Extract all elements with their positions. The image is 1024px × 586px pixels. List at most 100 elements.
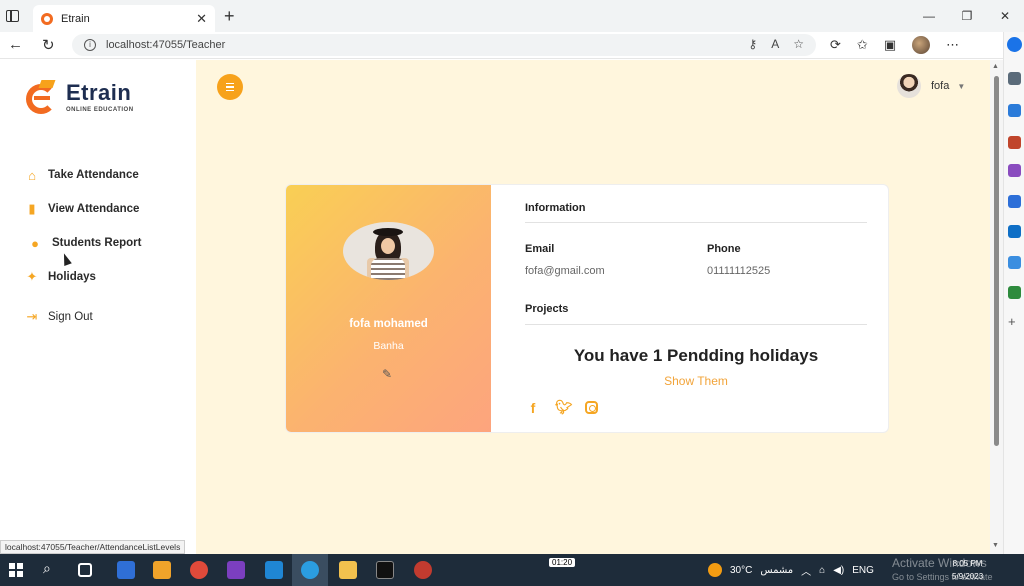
show-them-link[interactable]: Show Them [491,374,888,388]
tools-icon[interactable] [1008,136,1021,149]
taskbar: ⌕ 30°C مشمس ︿ ⌂ ◀) ENG 8:05 PM 5/9/2023 [0,554,1024,586]
info-panel: Information Email fofa@gmail.com Phone 0… [491,185,888,432]
outlook-icon[interactable] [1008,225,1021,238]
chat-bubbles-icon: ● [31,235,39,251]
read-aloud-icon[interactable]: A [771,37,779,51]
favorites-icon[interactable]: ✩ [857,37,868,53]
scroll-up-icon[interactable]: ▲ [992,63,999,70]
address-bar-row: ← ↻ i localhost:47055/Teacher ⚷ A ☆ ⟳ ✩ … [0,32,1024,59]
phone-label: Phone [707,243,741,255]
profile-name: fofa mohamed [349,318,428,330]
tree-icon[interactable] [1008,286,1021,299]
language-indicator[interactable]: ENG [852,565,874,576]
tab-title: Etrain [61,12,90,25]
edge-icon[interactable] [301,561,319,579]
profile-avatar[interactable] [912,36,931,54]
scroll-thumb[interactable] [994,76,999,446]
scroll-down-icon[interactable]: ▼ [992,542,999,549]
chrome-icon[interactable] [190,561,208,579]
facebook-icon[interactable]: f [525,400,541,416]
favorite-star-icon[interactable]: ☆ [793,37,804,51]
sidebar-item-label: Students Report [52,237,142,249]
etrain-logo-icon [26,80,56,114]
app-icon[interactable] [153,561,171,579]
sidebar-item-take-attendance[interactable]: ⌂ Take Attendance [24,158,141,192]
home-icon: ⌂ [28,167,36,183]
sidebar-item-label: Take Attendance [48,169,139,181]
more-menu-icon[interactable]: ⋯ [946,37,959,53]
close-window-icon[interactable]: ✕ [986,0,1024,32]
folder-icon[interactable] [339,561,357,579]
tab-actions-icon[interactable] [6,10,19,22]
search-icon[interactable] [1008,72,1021,85]
user-name: fofa [931,80,950,92]
instagram-icon[interactable] [585,401,598,414]
badge-icon: ▮ [28,201,36,216]
information-title: Information [525,202,586,214]
sidebar-item-view-attendance[interactable]: ▮ View Attendance [24,192,141,226]
search-icon[interactable]: ⌕ [43,560,51,577]
vscode-icon[interactable] [265,561,283,579]
chevron-down-icon: ▼ [957,81,966,91]
visual-studio-icon[interactable] [227,561,245,579]
profile-panel: fofa mohamed Banha ✎ [286,185,491,432]
minimize-icon[interactable]: — [910,0,948,32]
add-icon[interactable]: + [1008,315,1021,330]
send-icon[interactable] [1008,256,1021,269]
sidebar-item-holidays[interactable]: ✦ Holidays [24,260,141,294]
watermark-line: Go to Settings to activate [892,572,993,582]
restore-icon[interactable]: ❐ [948,0,986,32]
logo[interactable]: Etrain ONLINE EDUCATION [26,80,134,114]
twitter-icon[interactable]: 🐦︎ [555,399,573,416]
collections-icon[interactable]: ▣ [884,37,896,53]
weather-text: مشمس [760,564,794,576]
menu-toggle-button[interactable] [217,74,243,100]
task-view-icon[interactable] [78,563,92,577]
office-icon[interactable] [1008,195,1021,208]
key-icon[interactable]: ⚷ [748,37,757,51]
projects-title: Projects [525,303,569,315]
divider [525,222,867,223]
close-tab-icon[interactable]: ✕ [196,11,207,27]
profile-photo [343,222,434,280]
volume-icon[interactable]: ◀) [833,565,844,576]
shopping-icon[interactable] [1008,104,1021,117]
sidebar-item-sign-out[interactable]: ⇥ Sign Out [24,300,141,334]
watermark-line: Activate Windows [892,556,987,570]
terminal-icon[interactable] [376,561,394,579]
app-icon[interactable] [414,561,432,579]
start-icon[interactable] [9,563,23,577]
user-menu[interactable]: fofa ▼ [897,74,965,98]
logo-name: Etrain [66,79,132,105]
bing-icon[interactable] [1007,37,1022,52]
url-text: localhost:47055/Teacher [106,39,226,51]
video-time: 01:20 [549,558,576,567]
sidebar-item-students-report[interactable]: ● Students Report [24,226,141,260]
pending-holidays-message: You have 1 Pendding holidays [573,346,819,365]
system-tray: 30°C مشمس ︿ ⌂ ◀) ENG [708,554,874,586]
refresh-icon[interactable]: ↻ [42,36,55,54]
activate-windows-watermark: Activate Windows Go to Settings to activ… [892,556,993,584]
url-field[interactable]: i localhost:47055/Teacher ⚷ A ☆ [72,34,816,56]
browser-tab[interactable]: Etrain ✕ [33,5,215,32]
app-icon[interactable] [117,561,135,579]
page-scrollbar[interactable]: ▲ ▼ [990,60,1003,554]
new-tab-icon[interactable]: + [224,6,235,27]
network-icon[interactable]: ⌂ [819,565,825,576]
logo-subtitle: ONLINE EDUCATION [66,106,134,113]
magic-wand-icon: ✦ [26,269,38,284]
avatar [897,74,921,98]
email-value: fofa@gmail.com [525,265,605,277]
games-icon[interactable] [1008,164,1021,177]
sidebar-item-label: View Attendance [48,203,140,215]
phone-value: 01111112525 [707,265,771,277]
chevron-up-icon[interactable]: ︿ [801,563,811,578]
window-controls: — ❐ ✕ [910,0,1024,32]
extensions-icon[interactable]: ⟳ [830,37,841,53]
link-status-bar: localhost:47055/Teacher/AttendanceListLe… [0,540,186,554]
site-info-icon[interactable]: i [84,39,96,51]
edit-icon[interactable]: ✎ [382,367,392,381]
sidebar-item-label: Holidays [48,271,96,283]
etrain-favicon-icon [41,12,53,25]
back-icon[interactable]: ← [8,36,23,53]
